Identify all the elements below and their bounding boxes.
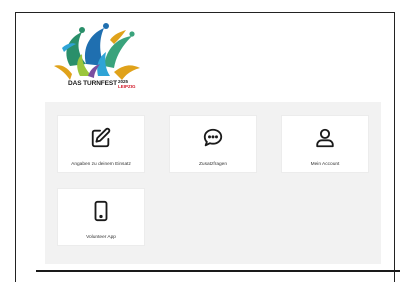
user-icon — [316, 128, 334, 148]
tile-label: Angaben zu deinem Einsatz — [71, 162, 131, 167]
smartphone-icon — [94, 200, 108, 222]
logo-city: LEIPZIG — [118, 84, 136, 89]
tile-zusatzfragen[interactable]: Zusatzfragen — [169, 115, 257, 173]
tile-panel: Angaben zu deinem Einsatz Zusatzfragen M… — [45, 102, 381, 264]
tile-mein-account[interactable]: Mein Account — [281, 115, 369, 173]
logo-title: DAS TURNFEST — [68, 80, 117, 87]
chat-bubble-icon — [203, 128, 223, 147]
tile-label: Mein Account — [310, 162, 340, 167]
tile-angaben-einsatz[interactable]: Angaben zu deinem Einsatz — [57, 115, 145, 173]
edit-icon — [91, 127, 111, 148]
tile-label: Zusatzfragen — [199, 162, 227, 167]
bottom-divider — [36, 270, 400, 272]
tile-volunteer-app[interactable]: Volunteer App — [57, 188, 145, 246]
tile-label: Volunteer App — [86, 235, 116, 240]
